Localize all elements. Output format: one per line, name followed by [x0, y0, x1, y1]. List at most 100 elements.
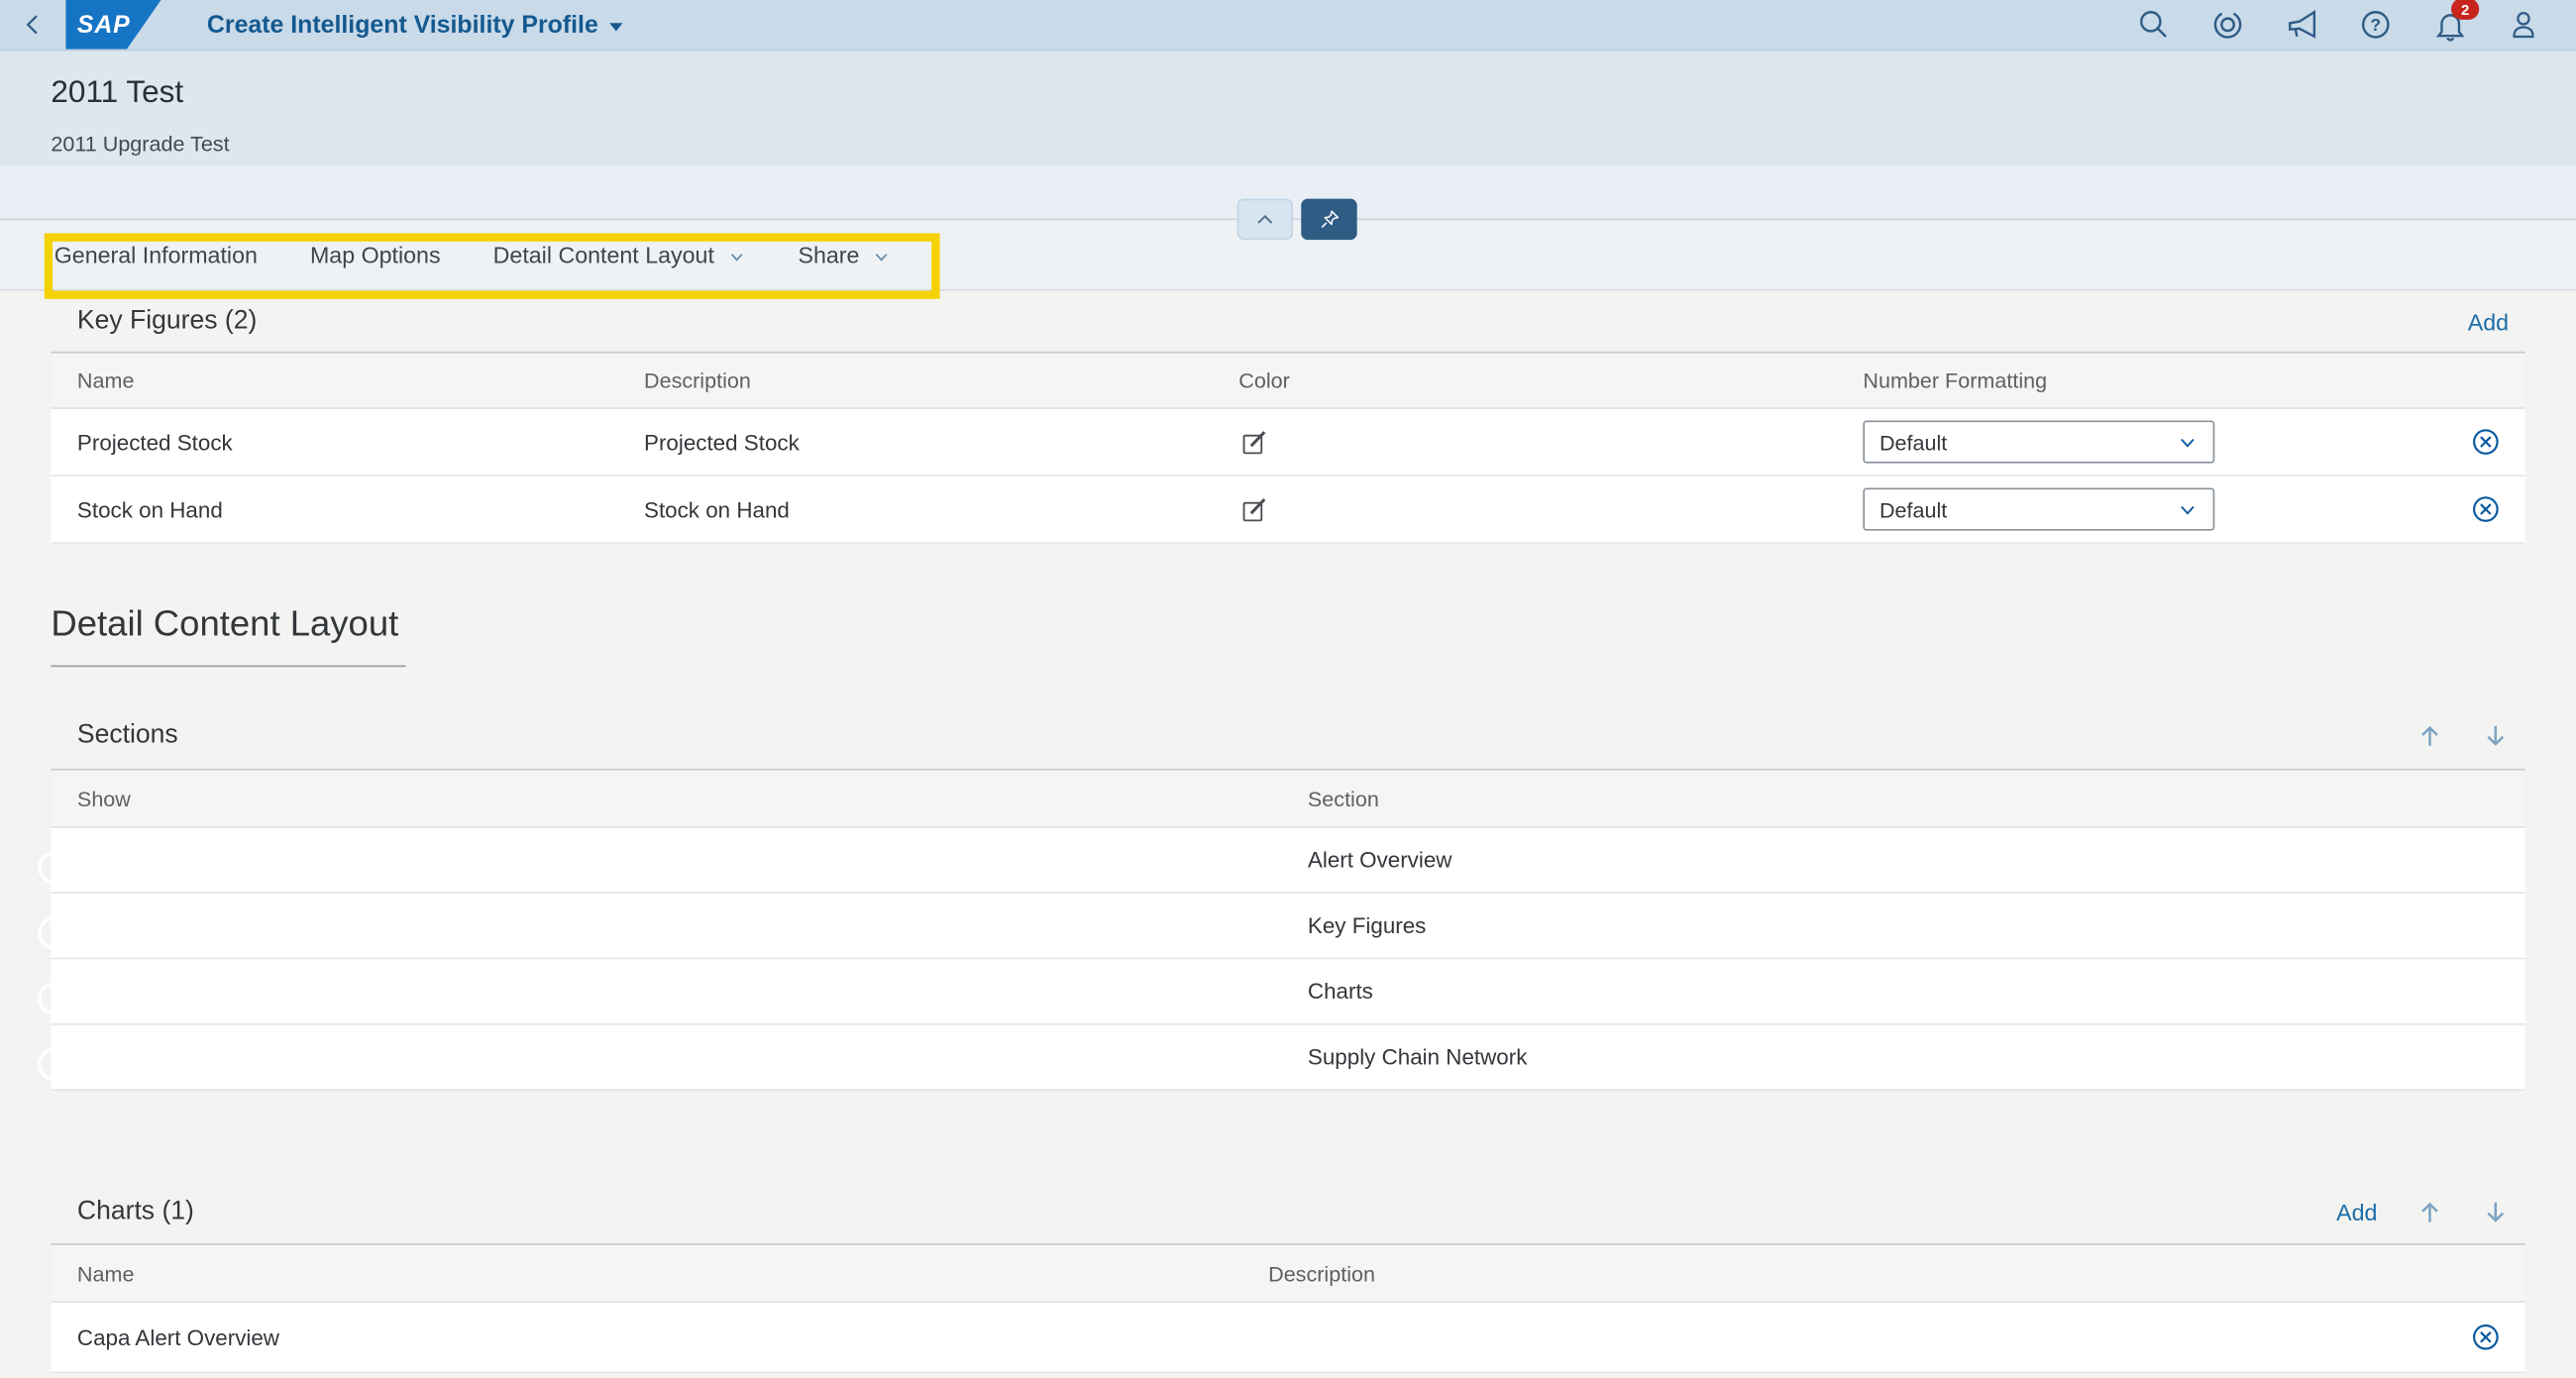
decline-icon [2473, 429, 2499, 455]
pin-icon [1320, 210, 1339, 228]
arrow-down-icon [2487, 725, 2505, 746]
charts-actions: Add [2336, 1199, 2525, 1225]
toggle-knob [38, 850, 71, 885]
sap-logo-text: SAP [76, 10, 131, 39]
help-icon: ? [2361, 11, 2390, 39]
collapse-header-button[interactable] [1236, 198, 1294, 241]
section-label: Supply Chain Network [1307, 1044, 1528, 1070]
section-label: Alert Overview [1307, 847, 1452, 873]
column-show: Show [76, 786, 131, 811]
show-cell [38, 910, 1308, 950]
table-row: Projected Stock Projected Stock Default [51, 408, 2525, 477]
tab-label: Map Options [309, 241, 441, 268]
key-figure-description: Stock on Hand [644, 496, 790, 522]
sections-actions [2416, 723, 2524, 750]
arrow-up-icon [2421, 725, 2438, 746]
color-edit-button[interactable] [1238, 493, 1837, 525]
remove-key-figure-button[interactable] [2469, 425, 2502, 458]
decline-icon [2473, 496, 2499, 522]
sap-logo[interactable]: SAP [65, 0, 161, 50]
sections-column-headers: Show Section [51, 770, 2525, 828]
svg-text:?: ? [2370, 15, 2381, 35]
key-figure-name: Projected Stock [76, 429, 233, 455]
move-up-button[interactable] [2416, 1199, 2443, 1225]
help-button[interactable]: ? [2356, 5, 2396, 45]
show-cell [38, 1042, 1308, 1082]
table-row: Key Figures [38, 894, 2525, 960]
profile-button[interactable] [2504, 5, 2543, 45]
sections-panel: Sections Show Section Alert Overview Key… [38, 703, 2525, 1092]
search-button[interactable] [2134, 5, 2174, 45]
charts-title: Charts (1) [76, 1197, 194, 1226]
chevron-up-icon [1257, 214, 1273, 223]
key-figures-actions: Add [2468, 308, 2525, 335]
color-edit-button[interactable] [1238, 426, 1837, 458]
remove-cell [2426, 425, 2524, 458]
move-up-button[interactable] [2416, 723, 2443, 750]
sections-header: Sections [51, 703, 2525, 771]
toggle-knob [38, 1047, 71, 1082]
pin-header-button[interactable] [1301, 198, 1357, 241]
copilot-icon [2213, 11, 2242, 39]
page-content: Key Figures (2) Add Name Description Col… [0, 291, 2576, 1374]
table-row: Supply Chain Network [38, 1024, 2525, 1092]
notification-badge: 2 [2451, 0, 2480, 20]
charts-column-headers: Name Description [51, 1244, 2525, 1303]
tab-general-information[interactable]: General Information [54, 242, 258, 268]
remove-key-figure-button[interactable] [2469, 492, 2502, 525]
select-value: Default [1878, 429, 1948, 455]
remove-chart-button[interactable] [2469, 1321, 2502, 1353]
key-figure-description: Projected Stock [644, 429, 800, 455]
decline-icon [2473, 1324, 2499, 1350]
column-number-formatting: Number Formatting [1863, 368, 2048, 393]
show-cell [38, 845, 1308, 885]
table-row: Capa Alert Overview [51, 1302, 2525, 1374]
tab-share[interactable]: Share [798, 241, 890, 268]
megaphone-icon [2288, 9, 2315, 38]
shell-left: SAP Create Intelligent Visibility Profil… [0, 0, 623, 50]
edit-icon [1242, 497, 1266, 521]
page-header: 2011 Test 2011 Upgrade Test [0, 51, 2576, 166]
tab-label: General Information [54, 241, 258, 268]
back-button[interactable] [0, 0, 65, 50]
page-title: 2011 Test [51, 75, 184, 111]
column-description: Description [644, 368, 751, 393]
tab-label: Share [798, 241, 860, 268]
key-figures-header: Key Figures (2) Add [51, 291, 2525, 354]
key-figures-title: Key Figures (2) [76, 306, 258, 335]
column-name: Name [76, 368, 135, 393]
section-label: Key Figures [1307, 912, 1427, 938]
chart-name: Capa Alert Overview [76, 1325, 279, 1350]
key-figures-add-button[interactable]: Add [2468, 308, 2509, 335]
search-icon [2140, 11, 2167, 38]
header-toggle-buttons [1236, 198, 1357, 241]
charts-add-button[interactable]: Add [2336, 1199, 2377, 1225]
app-title: Create Intelligent Visibility Profile [206, 10, 598, 39]
back-icon [26, 15, 38, 35]
number-formatting-select[interactable]: Default [1863, 420, 2215, 464]
show-cell [38, 977, 1308, 1015]
chevron-down-icon [2181, 438, 2195, 447]
shell-bar: SAP Create Intelligent Visibility Profil… [0, 0, 2576, 52]
tab-detail-content-layout[interactable]: Detail Content Layout [493, 242, 746, 267]
arrow-up-icon [2421, 1202, 2438, 1222]
key-figure-name: Stock on Hand [76, 496, 223, 522]
section-label: Charts [1307, 979, 1373, 1005]
copilot-button[interactable] [2208, 5, 2248, 45]
key-figures-panel: Key Figures (2) Add Name Description Col… [51, 291, 2525, 544]
tab-map-options[interactable]: Map Options [310, 242, 441, 268]
notifications-button[interactable]: 2 [2429, 0, 2480, 45]
app-title-menu[interactable]: Create Intelligent Visibility Profile [207, 11, 623, 39]
move-down-button[interactable] [2483, 723, 2510, 750]
move-down-button[interactable] [2483, 1199, 2510, 1225]
announcements-button[interactable] [2282, 5, 2321, 45]
column-section: Section [1307, 786, 1379, 811]
charts-header: Charts (1) Add [51, 1181, 2525, 1245]
arrow-down-icon [2487, 1202, 2505, 1222]
column-name: Name [76, 1260, 135, 1286]
charts-panel: Charts (1) Add Name Description Capa Ale… [51, 1181, 2525, 1374]
toggle-knob [38, 916, 71, 950]
number-formatting-select[interactable]: Default [1863, 487, 2215, 531]
shell-actions: ? 2 [2134, 0, 2576, 45]
chevron-down-icon [730, 253, 743, 261]
